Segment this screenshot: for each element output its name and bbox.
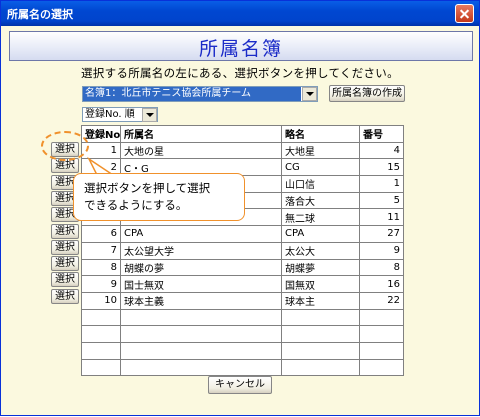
cancel-button[interactable]: キャンセル [208, 376, 272, 394]
callout-tooltip: 選択ボタンを押して選択 できるようにする。 [73, 173, 245, 221]
callout-line: できるようにする。 [84, 198, 188, 212]
dialog-window: 所属名の選択 所属名簿 選択する所属名の左にある、選択ボタンを押してください。 … [0, 0, 480, 416]
callout-line: 選択ボタンを押して選択 [84, 181, 211, 195]
